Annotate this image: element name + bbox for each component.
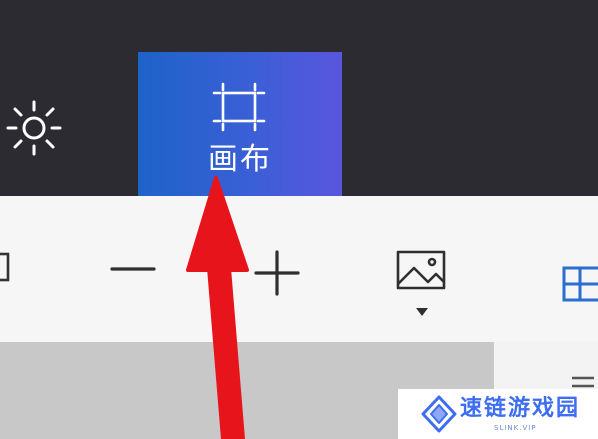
- tab-canvas-label: 画布: [208, 142, 272, 177]
- zoom-indicator[interactable]: [0, 250, 12, 290]
- diamond-logo-icon: [421, 395, 457, 433]
- watermark: 速链游戏园 SLINK.VIP: [398, 389, 598, 439]
- zoom-in-button[interactable]: [252, 248, 302, 302]
- canvas-toolbar: [0, 196, 598, 342]
- canvas-settings-button[interactable]: [556, 262, 598, 310]
- plus-icon: [254, 250, 300, 296]
- canvas-crop-icon: [562, 266, 598, 302]
- title-bar: 画布: [0, 0, 598, 198]
- brightness-button[interactable]: [2, 96, 66, 160]
- partial-frame-icon: [0, 252, 10, 282]
- tab-canvas[interactable]: 画布: [138, 52, 342, 198]
- minus-icon: [110, 267, 156, 271]
- canvas-crop-icon: [212, 82, 266, 132]
- zoom-out-button[interactable]: [108, 254, 158, 288]
- image-options-button[interactable]: [392, 246, 452, 326]
- image-dropdown-icon: [396, 250, 446, 316]
- sun-icon: [6, 100, 62, 156]
- watermark-title: 速链游戏园: [460, 396, 581, 421]
- watermark-subtitle: SLINK.VIP: [494, 424, 537, 432]
